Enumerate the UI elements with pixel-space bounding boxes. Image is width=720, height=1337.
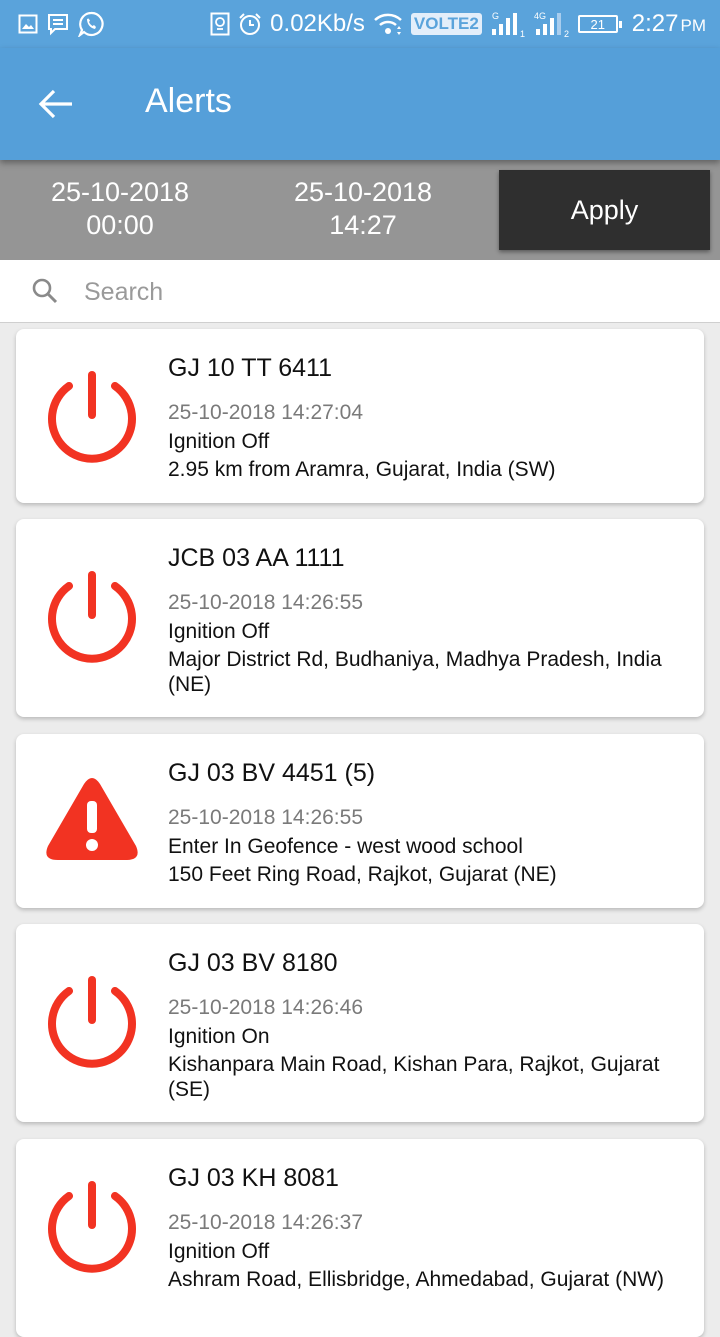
svg-text:4G: 4G — [534, 11, 546, 21]
clock-time: 2:27 — [631, 10, 679, 37]
alert-address: 2.95 km from Aramra, Gujarat, India (SW) — [168, 458, 556, 481]
whatsapp-icon — [78, 11, 104, 37]
date-filter-bar: 25-10-2018 00:00 25-10-2018 14:27 Apply — [0, 160, 720, 260]
alert-event: Ignition Off — [168, 1240, 270, 1263]
battery-level: 21 — [590, 16, 606, 32]
alert-address: 150 Feet Ring Road, Rajkot, Gujarat (NE) — [168, 863, 557, 886]
alert-event: Ignition Off — [168, 430, 270, 453]
alert-timestamp: 25-10-2018 14:26:55 — [168, 591, 363, 614]
arrow-left-icon — [38, 89, 72, 119]
search-input[interactable] — [82, 272, 686, 312]
search-bar — [0, 260, 720, 323]
apply-button[interactable]: Apply — [499, 170, 710, 250]
sim-icon — [210, 12, 230, 36]
network-speed: 0.02Kb/s — [270, 10, 365, 37]
alert-timestamp: 25-10-2018 14:26:46 — [168, 996, 363, 1019]
to-date: 25-10-2018 — [293, 177, 433, 207]
vehicle-number: GJ 03 KH 8081 — [168, 1164, 339, 1192]
alert-card[interactable]: JCB 03 AA 1111 25-10-2018 14:26:55 Ignit… — [16, 519, 704, 717]
status-bar: 0.02Kb/s VOLTE2 G 1 4G 2 21 2:27 PM — [0, 0, 720, 48]
vehicle-number: GJ 10 TT 6411 — [168, 354, 332, 382]
vehicle-number: JCB 03 AA 1111 — [168, 544, 345, 572]
svg-text:2: 2 — [564, 29, 569, 38]
svg-text:G: G — [492, 11, 499, 21]
alert-event: Ignition On — [168, 1025, 270, 1048]
signal-strength-icon-1: G 1 — [490, 10, 526, 38]
alert-card[interactable]: GJ 03 KH 8081 25-10-2018 14:26:37 Igniti… — [16, 1139, 704, 1337]
alert-card[interactable]: GJ 10 TT 6411 25-10-2018 14:27:04 Igniti… — [16, 329, 704, 503]
alarm-icon — [238, 12, 262, 36]
search-icon — [32, 278, 58, 309]
app-bar: Alerts — [0, 48, 720, 160]
alert-timestamp: 25-10-2018 14:26:55 — [168, 806, 363, 829]
power-icon — [44, 974, 140, 1074]
alert-card[interactable]: GJ 03 BV 8180 25-10-2018 14:26:46 Igniti… — [16, 924, 704, 1122]
alert-timestamp: 25-10-2018 14:26:37 — [168, 1211, 363, 1234]
page-title: Alerts — [145, 82, 232, 120]
svg-text:1: 1 — [520, 29, 525, 38]
alert-address: Major District Rd, Budhaniya, Madhya Pra… — [168, 648, 662, 696]
wifi-icon — [373, 12, 403, 36]
gallery-icon — [18, 14, 38, 34]
message-icon — [46, 12, 70, 36]
warning-icon — [44, 776, 140, 876]
alert-card[interactable]: GJ 03 BV 4451 (5) 25-10-2018 14:26:55 En… — [16, 734, 704, 908]
vehicle-number: GJ 03 BV 8180 — [168, 949, 338, 977]
power-icon — [44, 369, 140, 469]
volte-badge: VOLTE2 — [410, 13, 482, 35]
clock-ampm: PM — [680, 16, 707, 35]
power-icon — [44, 1179, 140, 1279]
battery-icon: 21 — [577, 15, 622, 33]
back-button[interactable] — [30, 78, 82, 130]
power-icon — [44, 569, 140, 669]
from-date: 25-10-2018 — [50, 177, 190, 207]
alert-event: Enter In Geofence - west wood school — [168, 835, 523, 858]
alert-timestamp: 25-10-2018 14:27:04 — [168, 401, 363, 424]
alert-event: Ignition Off — [168, 620, 270, 643]
alert-address: Kishanpara Main Road, Kishan Para, Rajko… — [168, 1053, 660, 1101]
to-time: 14:27 — [329, 210, 397, 240]
signal-strength-icon-2: 4G 2 — [534, 10, 570, 38]
from-date-picker[interactable]: 25-10-2018 00:00 — [30, 176, 210, 242]
to-date-picker[interactable]: 25-10-2018 14:27 — [273, 176, 453, 242]
vehicle-number: GJ 03 BV 4451 (5) — [168, 759, 376, 787]
from-time: 00:00 — [86, 210, 154, 240]
